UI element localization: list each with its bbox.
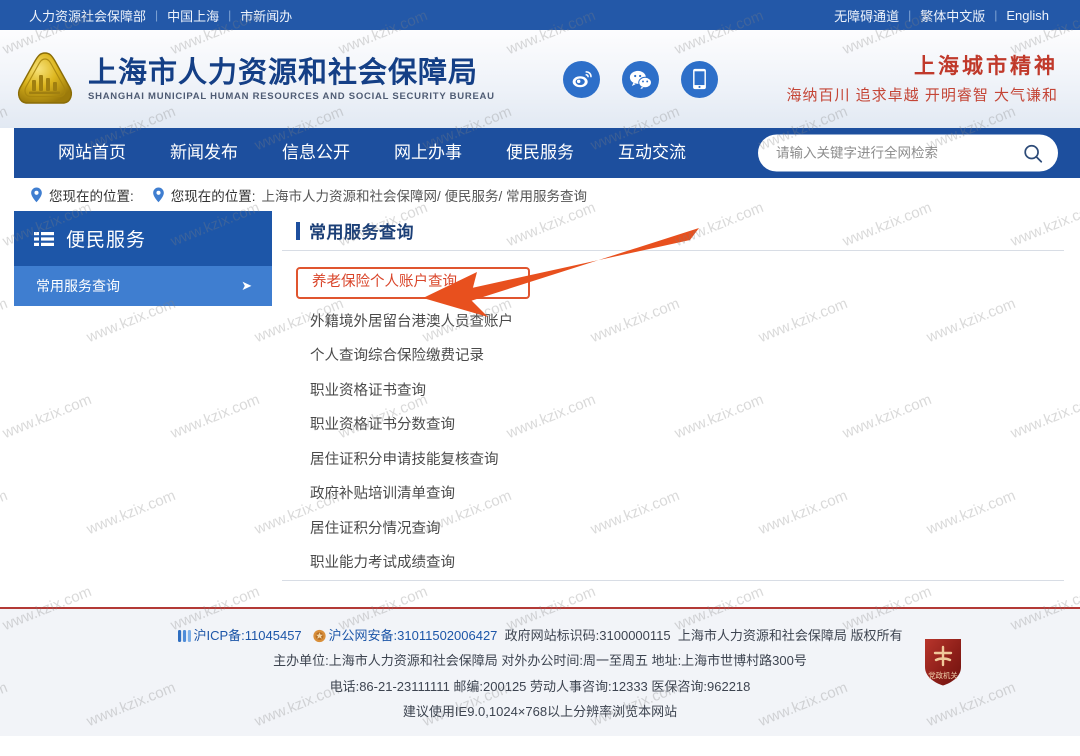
wechat-icon (630, 70, 653, 89)
brand-text-block: 上海市人力资源和社会保障局 SHANGHAI MUNICIPAL HUMAN R… (88, 54, 495, 103)
city-spirit-slogan: 上海城市精神 海纳百川 追求卓越 开明睿智 大气谦和 (786, 53, 1060, 104)
footer-line-browser-advice: 建议使用IE9.0,1024×768以上分辨率浏览本网站 (402, 704, 678, 720)
wechat-button[interactable] (622, 60, 660, 98)
service-link-foreign-residents-account[interactable]: 外籍境外居留台港澳人员查账户 (310, 305, 513, 340)
mobile-icon (693, 68, 707, 90)
shanghai-hrss-emblem-icon (17, 52, 73, 104)
footer-line-contact: 电话:86-21-23111111 邮编:200125 劳动人事咨询:12333… (329, 678, 751, 694)
police-badge-icon (312, 629, 326, 643)
service-link-comprehensive-insurance-records[interactable]: 个人查询综合保险缴费记录 (310, 339, 484, 374)
social-links (495, 60, 787, 98)
service-link-pension-account-query[interactable]: 养老保险个人账户查询 (296, 267, 530, 299)
service-list: 养老保险个人账户查询 外籍境外居留台港澳人员查账户 个人查询综合保险缴费记录 职… (282, 251, 1064, 581)
weibo-button[interactable] (563, 60, 601, 98)
slogan-subtext: 海纳百川 追求卓越 开明睿智 大气谦和 (786, 86, 1058, 104)
primary-nav: 网站首页 新闻发布 信息公开 网上办事 便民服务 互动交流 (14, 128, 1080, 178)
slogan-heading: 上海城市精神 (914, 53, 1058, 79)
mobile-site-button[interactable] (681, 60, 719, 98)
nav-item-information-disclosure[interactable]: 信息公开 (260, 128, 372, 178)
search-button[interactable] (1020, 140, 1046, 166)
nav-item-interaction[interactable]: 互动交流 (596, 128, 708, 178)
service-link-vocational-certificate-query[interactable]: 职业资格证书查询 (310, 374, 426, 409)
search-input[interactable] (776, 145, 1020, 161)
service-link-vocational-ability-exam-score[interactable]: 职业能力考试成绩查询 (310, 546, 455, 581)
footer-line-organizer: 主办单位:上海市人力资源和社会保障局 对外办公时间:周一至周五 地址:上海市世博… (273, 653, 807, 669)
nav-item-news[interactable]: 新闻发布 (148, 128, 260, 178)
service-link-residence-permit-skill-review[interactable]: 居住证积分申请技能复核查询 (310, 443, 499, 478)
topbar-right-links: 无障碍通道 | 繁体中文版 | English (825, 6, 1058, 25)
badge-text: 党政机关 (928, 671, 958, 680)
topbar-link-english[interactable]: English (997, 8, 1058, 23)
chevron-right-icon: ➤ (241, 278, 252, 293)
icp-link[interactable]: 沪ICP备:11045457 (194, 628, 302, 643)
icp-icon (177, 629, 191, 643)
site-title-en: SHANGHAI MUNICIPAL HUMAN RESOURCES AND S… (88, 91, 495, 103)
content-header: 常用服务查询 (282, 211, 1064, 251)
breadcrumb-label-repeat: 您现在的位置: (170, 188, 256, 204)
list-icon (34, 231, 54, 247)
location-pin-icon (152, 187, 165, 203)
site-title-cn: 上海市人力资源和社会保障局 (88, 54, 479, 89)
copyright-text: 上海市人力资源和社会保障局 版权所有 (677, 628, 903, 643)
service-link-government-subsidy-training-list[interactable]: 政府补贴培训清单查询 (310, 477, 455, 512)
party-government-badge[interactable]: 党政机关 (922, 637, 964, 687)
topbar-link-shanghai[interactable]: 中国上海 (158, 6, 228, 25)
topbar-link-accessibility[interactable]: 无障碍通道 (825, 6, 908, 25)
breadcrumb-label: 您现在的位置: (49, 188, 134, 204)
top-utility-bar: 人力资源社会保障部 | 中国上海 | 市新闻办 无障碍通道 | 繁体中文版 | … (0, 0, 1080, 30)
search-box[interactable] (758, 134, 1058, 172)
content-title: 常用服务查询 (309, 223, 414, 242)
sidebar-title: 便民服务 (66, 230, 147, 251)
site-brand[interactable]: 上海市人力资源和社会保障局 SHANGHAI MUNICIPAL HUMAN R… (14, 50, 495, 108)
site-masthead: 上海市人力资源和社会保障局 SHANGHAI MUNICIPAL HUMAN R… (0, 30, 1080, 128)
sidebar: 便民服务 常用服务查询 ➤ (14, 211, 272, 581)
breadcrumb-path: 上海市人力资源和社会保障网/ 便民服务/ 常用服务查询 (261, 188, 588, 204)
site-footer: 沪ICP备:11045457 沪公网安备:31011502006427 政府网站… (0, 609, 1080, 737)
nav-item-public-services[interactable]: 便民服务 (484, 128, 596, 178)
gongan-link[interactable]: 沪公网安备:31011502006427 (329, 628, 498, 643)
primary-nav-wrapper: 网站首页 新闻发布 信息公开 网上办事 便民服务 互动交流 (0, 128, 1080, 178)
topbar-link-traditional-chinese[interactable]: 繁体中文版 (911, 6, 994, 25)
sidebar-header: 便民服务 (14, 211, 272, 266)
service-link-residence-permit-points-status[interactable]: 居住证积分情况查询 (310, 512, 441, 547)
title-accent-bar (296, 221, 300, 240)
search-icon (1024, 144, 1043, 163)
content-bottom-divider (282, 580, 1064, 581)
page-body: 便民服务 常用服务查询 ➤ 常用服务查询 养老保险个人账户查询 外籍境外居留台港… (0, 211, 1080, 581)
nav-item-home[interactable]: 网站首页 (36, 128, 148, 178)
site-identification-code: 政府网站标识码:3100000115 (504, 628, 671, 643)
weibo-icon (572, 71, 592, 88)
sidebar-item-common-service-query[interactable]: 常用服务查询 ➤ (14, 266, 272, 306)
footer-line-licenses: 沪ICP备:11045457 沪公网安备:31011502006427 政府网站… (0, 623, 1080, 648)
content-panel: 常用服务查询 养老保险个人账户查询 外籍境外居留台港澳人员查账户 个人查询综合保… (282, 211, 1064, 581)
nav-item-online-services[interactable]: 网上办事 (372, 128, 484, 178)
location-pin-icon (30, 187, 43, 203)
sidebar-item-label: 常用服务查询 (36, 278, 120, 294)
topbar-link-mohrss[interactable]: 人力资源社会保障部 (20, 6, 155, 25)
breadcrumb: 您现在的位置: 您现在的位置: 上海市人力资源和社会保障网/ 便民服务/ 常用服… (0, 178, 1080, 211)
topbar-link-press-office[interactable]: 市新闻办 (231, 6, 301, 25)
service-link-vocational-certificate-score[interactable]: 职业资格证书分数查询 (310, 408, 455, 443)
topbar-left-links: 人力资源社会保障部 | 中国上海 | 市新闻办 (20, 6, 301, 25)
